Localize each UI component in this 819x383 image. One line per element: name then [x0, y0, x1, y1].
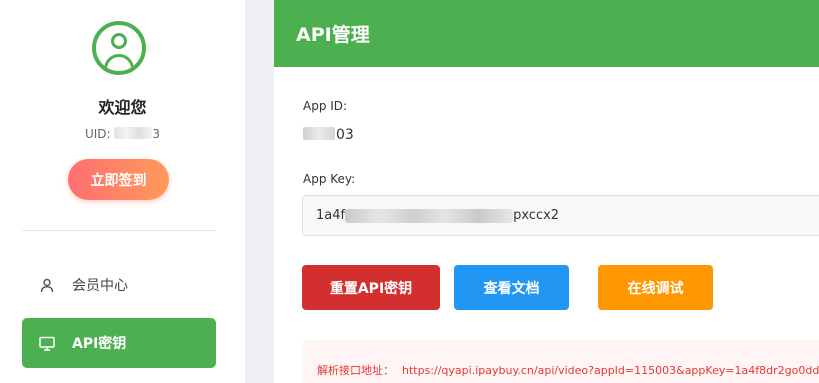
app-id-redacted — [303, 127, 335, 140]
online-debug-button[interactable]: 在线调试 — [598, 265, 713, 310]
app-id-value: 03 — [303, 127, 354, 143]
app-id-label: App ID: — [303, 99, 348, 113]
avatar-user-icon — [92, 21, 146, 75]
sidebar-item-label: API密钥 — [72, 336, 127, 352]
reset-api-key-button[interactable]: 重置API密钥 — [302, 265, 440, 310]
app-id-visible-text: 03 — [336, 127, 354, 143]
sidebar: 欢迎您 UID: 3 立即签到 会员中心 API密钥 — [0, 0, 245, 383]
uid-redacted — [114, 127, 153, 139]
uid-label: UID: — [84, 127, 111, 141]
uid-line: UID: 3 — [0, 127, 245, 141]
welcome-text: 欢迎您 — [98, 98, 147, 117]
parse-url-label: 解析接口地址： — [317, 364, 394, 377]
parse-url-box: 解析接口地址： https://qyapi.ipaybuy.cn/api/vide… — [302, 340, 819, 383]
uid-tail: 3 — [152, 127, 161, 141]
parse-url-link[interactable]: https://qyapi.ipaybuy.cn/api/video?appId… — [402, 364, 819, 377]
app-key-suffix: pxccx2 — [513, 208, 560, 223]
user-icon — [39, 277, 55, 293]
monitor-icon — [39, 335, 55, 351]
app-key-field[interactable]: 1a4f pxccx2 — [302, 195, 819, 236]
sidebar-item-api-keys[interactable]: API密钥 — [22, 318, 216, 368]
page-header: API管理 — [274, 0, 819, 67]
app-key-prefix: 1a4f — [316, 208, 346, 223]
app-key-redacted — [345, 208, 514, 223]
view-docs-button[interactable]: 查看文档 — [454, 265, 569, 310]
app-key-label: App Key: — [303, 172, 356, 186]
sign-in-button[interactable]: 立即签到 — [68, 159, 169, 200]
page-title: API管理 — [296, 24, 370, 46]
sidebar-divider — [22, 230, 216, 231]
sidebar-item-label: 会员中心 — [72, 278, 128, 294]
sidebar-item-member-center[interactable]: 会员中心 — [22, 260, 216, 310]
